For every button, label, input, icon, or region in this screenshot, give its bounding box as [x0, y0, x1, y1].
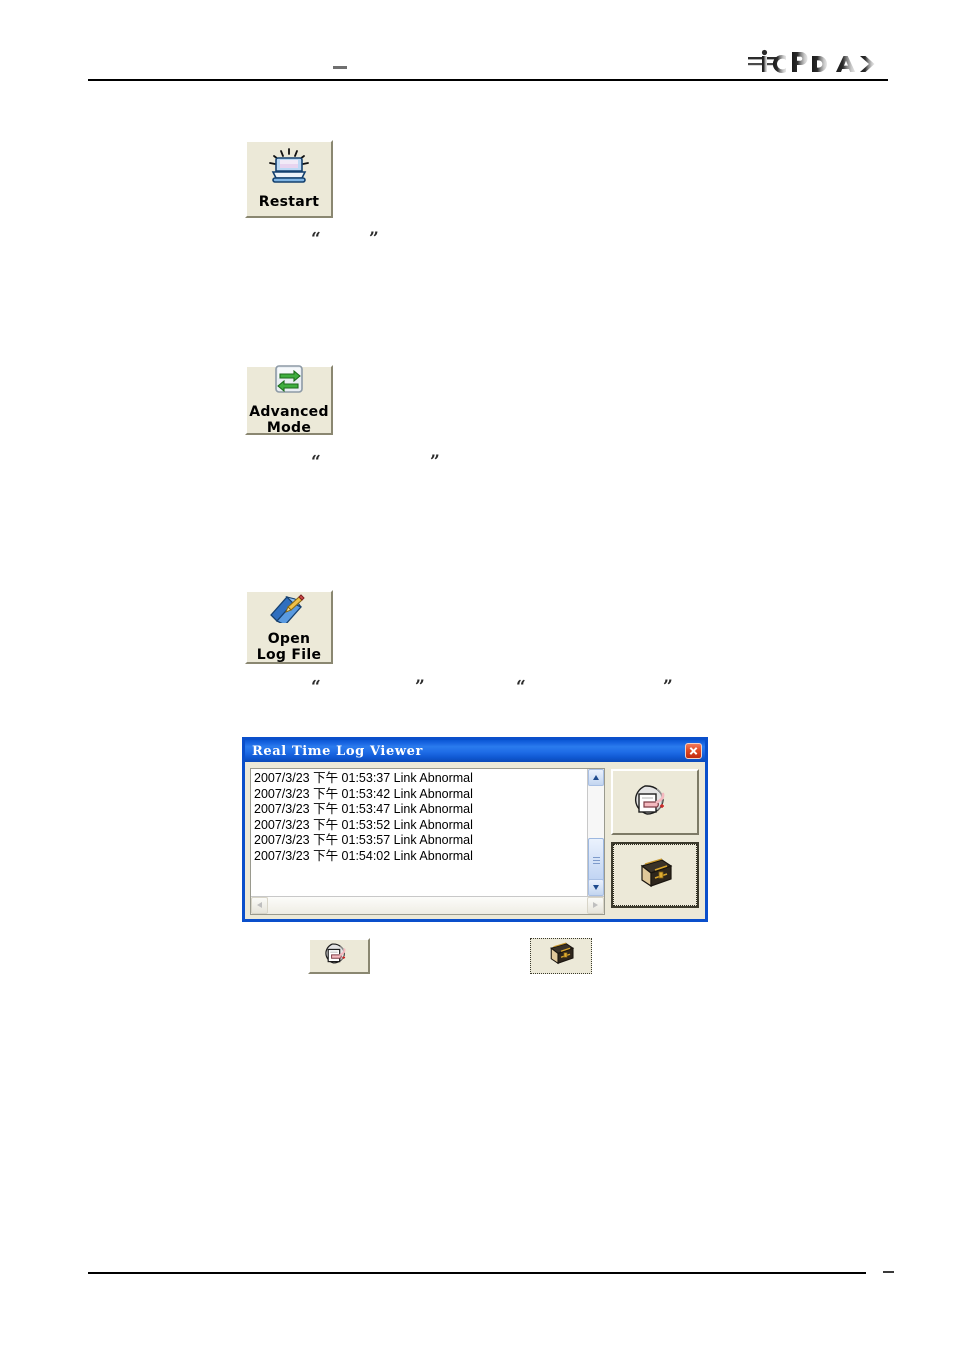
exchange-arrows-icon [271, 364, 307, 401]
redacted-quote-close-3: ” [415, 677, 425, 697]
log-vertical-scrollbar[interactable] [587, 769, 604, 896]
log-book-button[interactable] [611, 842, 699, 908]
computer-restart-icon [266, 148, 312, 191]
list-item[interactable]: 2007/3/23 下午 01:53:37 Link Abnormal [254, 771, 587, 787]
restart-button-label: Restart [258, 194, 320, 210]
footer-page-mark [883, 1271, 894, 1273]
redacted-quote-close-4: ” [663, 677, 673, 697]
vertical-scroll-thumb[interactable] [588, 838, 604, 884]
log-horizontal-scrollbar[interactable] [251, 896, 604, 914]
advanced-mode-button-label: Advanced Mode [249, 404, 329, 436]
dialog-body: 2007/3/23 下午 01:53:37 Link Abnormal 2007… [245, 762, 705, 919]
advanced-mode-button[interactable]: Advanced Mode [245, 364, 333, 436]
list-item[interactable]: 2007/3/23 下午 01:53:52 Link Abnormal [254, 818, 587, 834]
log-book-icon-button[interactable] [530, 938, 592, 974]
footer-divider [88, 1272, 866, 1274]
log-list-wrap: 2007/3/23 下午 01:53:37 Link Abnormal 2007… [251, 769, 604, 896]
redacted-quote-open-4: “ [516, 677, 526, 697]
real-time-log-viewer-dialog: Real Time Log Viewer 2007/3/23 下午 01:53:… [242, 737, 708, 922]
book-pencil-icon [268, 591, 310, 628]
clear-log-icon-button[interactable] [308, 938, 370, 974]
focus-ring [613, 844, 697, 906]
page-header [0, 0, 954, 100]
scroll-down-icon[interactable] [588, 879, 604, 896]
clear-log-button[interactable] [611, 769, 699, 835]
scroll-right-icon [587, 897, 604, 914]
open-log-file-button-label: Open Log File [256, 631, 322, 663]
redacted-quote-open-2: “ [311, 452, 321, 472]
horizontal-scroll-track [268, 897, 587, 914]
icpdas-logo [748, 48, 888, 78]
restart-button[interactable]: Restart [245, 140, 333, 218]
scroll-up-icon[interactable] [588, 769, 604, 786]
list-item[interactable]: 2007/3/23 下午 01:53:47 Link Abnormal [254, 802, 587, 818]
dialog-title: Real Time Log Viewer [252, 743, 423, 759]
dialog-side-buttons [611, 768, 699, 914]
redacted-quote-close-1: ” [369, 229, 379, 249]
log-list-panel: 2007/3/23 下午 01:53:37 Link Abnormal 2007… [250, 768, 605, 915]
list-item[interactable]: 2007/3/23 下午 01:53:57 Link Abnormal [254, 833, 587, 849]
clear-log-icon [324, 940, 354, 972]
scroll-left-icon [251, 897, 268, 914]
clear-log-icon [633, 780, 677, 825]
log-list[interactable]: 2007/3/23 下午 01:53:37 Link Abnormal 2007… [251, 769, 587, 896]
redacted-quote-open-1: “ [311, 229, 321, 249]
list-item[interactable]: 2007/3/23 下午 01:54:02 Link Abnormal [254, 849, 587, 865]
redacted-quote-close-2: ” [430, 452, 440, 472]
close-icon[interactable] [685, 743, 702, 759]
log-book-icon [635, 857, 675, 894]
log-book-icon [546, 941, 576, 971]
redacted-quote-open-3: “ [311, 677, 321, 697]
vertical-scroll-track[interactable] [588, 786, 604, 884]
dialog-titlebar[interactable]: Real Time Log Viewer [245, 740, 705, 762]
list-item[interactable]: 2007/3/23 下午 01:53:42 Link Abnormal [254, 787, 587, 803]
open-log-file-button[interactable]: Open Log File [245, 590, 333, 664]
header-divider [88, 79, 888, 81]
header-center-mark [333, 66, 347, 69]
